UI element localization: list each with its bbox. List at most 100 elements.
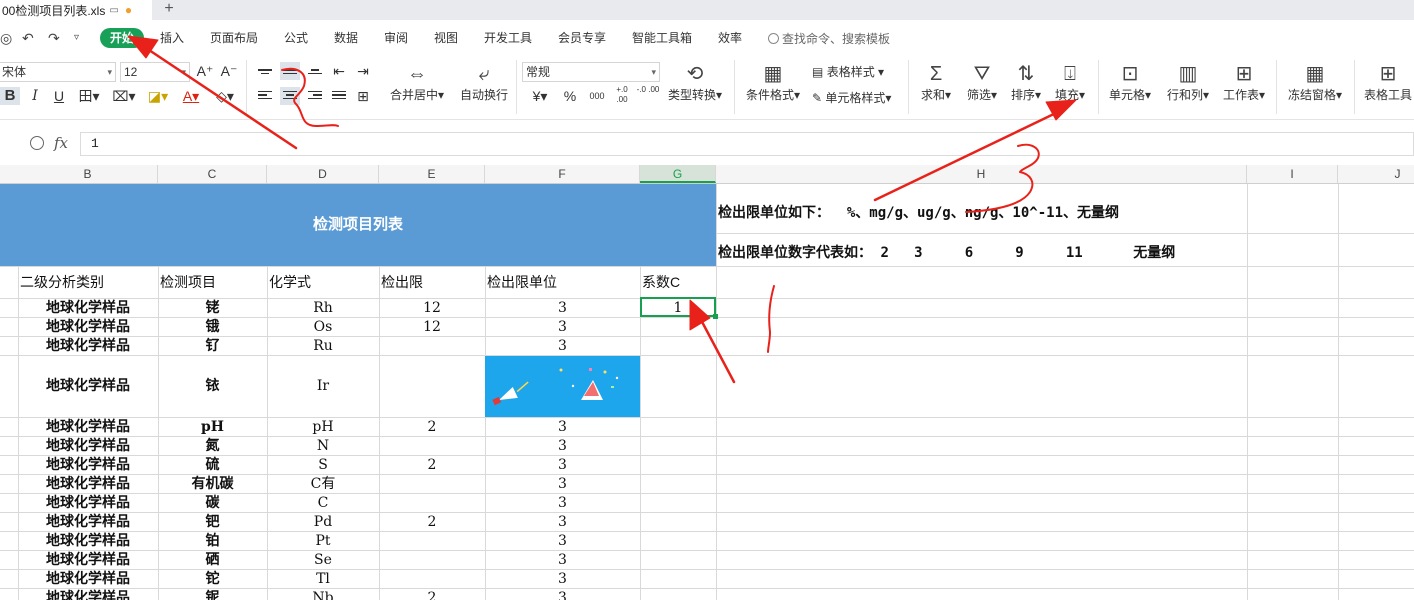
cell-formula[interactable]: Pt	[267, 532, 379, 550]
header-item[interactable]: 检测项目	[160, 273, 216, 291]
cell-item[interactable]: 钯	[158, 513, 267, 531]
cell-category[interactable]: 地球化学样品	[18, 589, 158, 600]
cell-unit[interactable]: 3	[485, 418, 640, 436]
cast-screen-icon[interactable]: ▭	[109, 5, 118, 16]
column-header-b[interactable]: B	[18, 165, 158, 183]
thousands-button[interactable]: 000	[584, 87, 610, 105]
cell-category[interactable]: 地球化学样品	[18, 551, 158, 569]
align-right-icon[interactable]	[306, 87, 324, 105]
currency-button[interactable]: ¥▾	[526, 87, 554, 105]
formula-input[interactable]: 1	[80, 132, 1414, 156]
cell-unit[interactable]: 3	[485, 456, 640, 474]
cell-category[interactable]: 地球化学样品	[18, 418, 158, 436]
cell-item[interactable]: 铑	[158, 299, 267, 317]
wrap-text-button[interactable]: ⤶ 自动换行	[456, 60, 512, 102]
clear-format-icon[interactable]: ⌧▾	[110, 87, 138, 105]
zoom-icon[interactable]	[30, 136, 44, 150]
cell-item[interactable]: 硒	[158, 551, 267, 569]
cell-limit[interactable]: 2	[379, 513, 485, 531]
cell-item[interactable]: pH	[158, 418, 267, 436]
sum-button[interactable]: Σ 求和▾	[916, 60, 956, 102]
cell-formula[interactable]: C有	[267, 475, 379, 493]
column-header-d[interactable]: D	[267, 165, 379, 183]
cell-style-button[interactable]: ✎ 单元格样式▾	[812, 90, 891, 106]
cell-formula[interactable]: C	[267, 494, 379, 512]
cell-category[interactable]: 地球化学样品	[18, 318, 158, 336]
header-unit[interactable]: 检出限单位	[487, 273, 557, 291]
font-color-button[interactable]: A▾	[178, 87, 204, 105]
tab-smart-toolbox[interactable]: 智能工具箱	[632, 30, 692, 46]
column-header-g[interactable]: G	[640, 165, 716, 183]
cell-formula[interactable]: S	[267, 456, 379, 474]
cell-item[interactable]: 氮	[158, 437, 267, 455]
tab-efficiency[interactable]: 效率	[718, 30, 742, 46]
underline-button[interactable]: U	[50, 87, 68, 105]
cell-item[interactable]: 有机碳	[158, 475, 267, 493]
tab-home[interactable]: 开始	[100, 28, 144, 48]
document-tab[interactable]: 00检测项目列表.xls ▭ ●	[0, 0, 152, 20]
align-middle-icon[interactable]	[280, 62, 300, 80]
cell-category[interactable]: 地球化学样品	[18, 532, 158, 550]
cell-unit[interactable]: 3	[485, 475, 640, 493]
sort-button[interactable]: ⇅ 排序▾	[1006, 60, 1046, 102]
increase-decimal-button[interactable]: +.0 .00	[610, 85, 634, 105]
type-convert-button[interactable]: ⟲ 类型转换▾	[664, 60, 726, 102]
cell-category[interactable]: 地球化学样品	[18, 570, 158, 588]
cell-item[interactable]: 铱	[158, 377, 267, 395]
cell-formula[interactable]: N	[267, 437, 379, 455]
cell-item[interactable]: 铌	[158, 589, 267, 600]
font-name-select[interactable]: 宋体 ▾	[0, 62, 116, 82]
cell-item[interactable]: 碳	[158, 494, 267, 512]
increase-indent-icon[interactable]: ⇥	[354, 62, 372, 80]
new-tab-button[interactable]: +	[160, 0, 178, 20]
cell-unit[interactable]: 3	[485, 318, 640, 336]
table-title[interactable]: 检测项目列表	[0, 184, 716, 266]
cell-category[interactable]: 地球化学样品	[18, 513, 158, 531]
cell-limit[interactable]: 12	[379, 299, 485, 317]
border-icon[interactable]: 田▾	[76, 87, 102, 105]
command-search[interactable]: 查找命令、搜索模板	[768, 30, 890, 47]
percent-button[interactable]: %	[560, 87, 580, 105]
conditional-format-button[interactable]: ▦ 条件格式▾	[740, 60, 806, 102]
number-format-select[interactable]: 常规 ▾	[522, 62, 660, 82]
undo-icon[interactable]: ↶	[22, 30, 34, 46]
tab-developer[interactable]: 开发工具	[484, 30, 532, 46]
cell-formula[interactable]: Ir	[267, 377, 379, 395]
eraser-icon[interactable]: ◇▾	[212, 87, 238, 105]
tab-data[interactable]: 数据	[334, 30, 358, 46]
table-tools-button[interactable]: ⊞ 表格工具	[1362, 60, 1414, 102]
cell-formula[interactable]: Rh	[267, 299, 379, 317]
column-header-j[interactable]: J	[1338, 165, 1414, 183]
tab-review[interactable]: 审阅	[384, 30, 408, 46]
align-center-icon[interactable]	[280, 87, 300, 105]
distribute-icon[interactable]: ⊞	[354, 87, 372, 105]
cell-formula[interactable]: Se	[267, 551, 379, 569]
worksheet-button[interactable]: ⊞ 工作表▾	[1218, 60, 1270, 102]
tab-insert[interactable]: 插入	[160, 30, 184, 46]
party-popper-image[interactable]	[485, 356, 640, 417]
cell-item[interactable]: 铊	[158, 570, 267, 588]
align-left-icon[interactable]	[256, 87, 274, 105]
cell-formula[interactable]: Pd	[267, 513, 379, 531]
decrease-decimal-button[interactable]: -.0 .00	[636, 85, 660, 95]
table-style-button[interactable]: ▤ 表格样式 ▾	[812, 64, 884, 80]
cell-unit[interactable]: 3	[485, 437, 640, 455]
cell-formula[interactable]: Nb	[267, 589, 379, 600]
cell-category[interactable]: 地球化学样品	[18, 475, 158, 493]
cell-formula[interactable]: Ru	[267, 337, 379, 355]
column-header-c[interactable]: C	[158, 165, 267, 183]
column-header-h[interactable]: H	[716, 165, 1247, 183]
cell-formula[interactable]: pH	[267, 418, 379, 436]
row-col-button[interactable]: ▥ 行和列▾	[1162, 60, 1214, 102]
cell-item[interactable]: 钌	[158, 337, 267, 355]
cell-category[interactable]: 地球化学样品	[18, 337, 158, 355]
cell-unit[interactable]: 3	[485, 337, 640, 355]
unit-note-row[interactable]: 检出限单位如下： %、mg/g、ug/g、ng/g、10^-11、无量纲	[718, 202, 1119, 222]
filter-button[interactable]: ⛛ 筛选▾	[962, 60, 1002, 102]
cell-category[interactable]: 地球化学样品	[18, 437, 158, 455]
cell-limit[interactable]: 2	[379, 456, 485, 474]
active-cell-g5[interactable]	[640, 297, 718, 319]
column-header-e[interactable]: E	[379, 165, 485, 183]
quick-access-dropdown-icon[interactable]: ▿	[74, 30, 79, 46]
fill-color-icon[interactable]: ◪▾	[144, 87, 172, 105]
